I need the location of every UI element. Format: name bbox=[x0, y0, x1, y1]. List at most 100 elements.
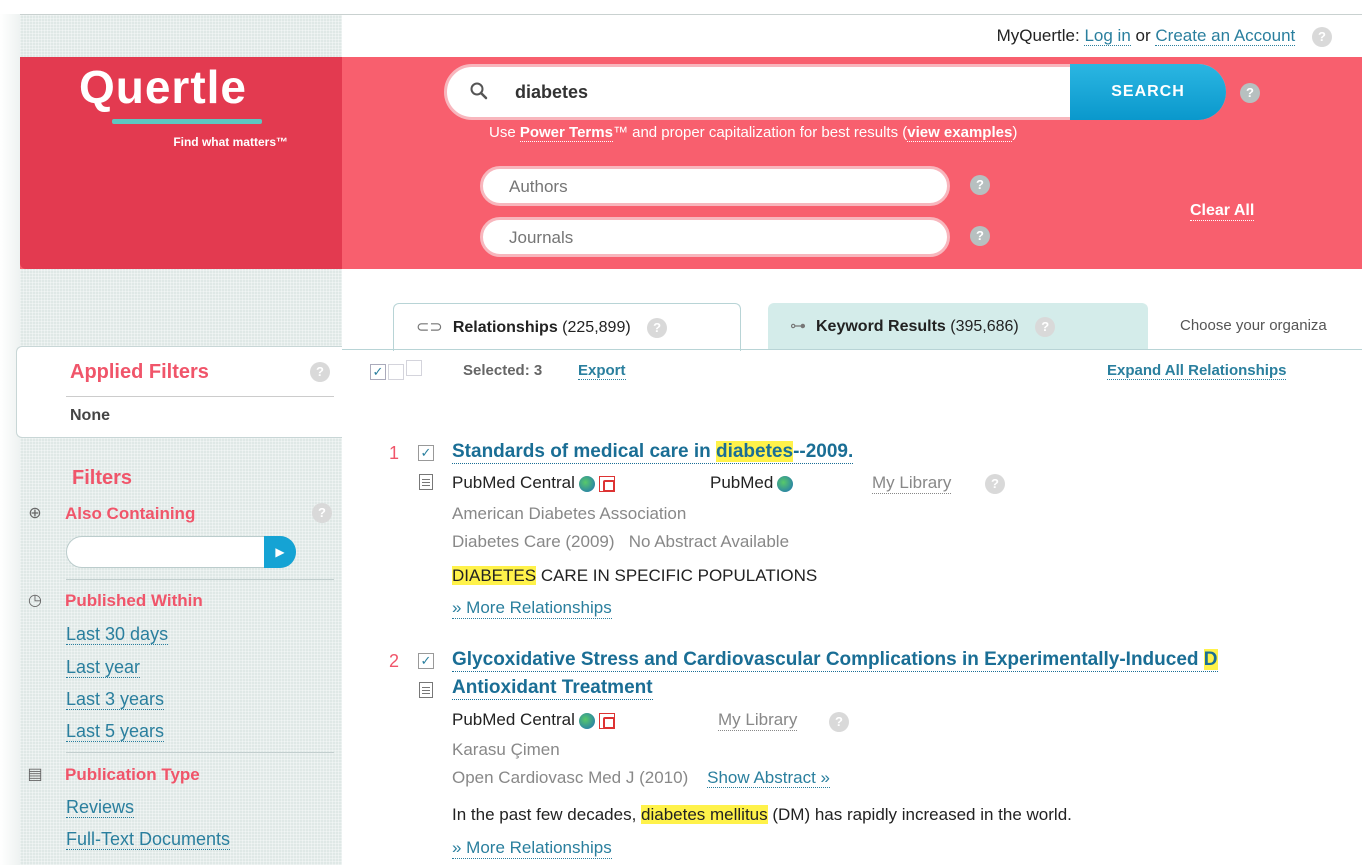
pdf-icon[interactable] bbox=[598, 475, 615, 492]
account-help-icon[interactable]: ? bbox=[1312, 26, 1332, 47]
account-prefix: MyQuertle: bbox=[996, 26, 1080, 45]
tip-end: ) bbox=[1012, 124, 1018, 141]
result-checkbox[interactable]: ✓ bbox=[418, 445, 434, 461]
result-number: 2 bbox=[389, 651, 400, 671]
result-title-line1: Glycoxidative Stress and Cardiovascular … bbox=[452, 649, 1204, 670]
authors-help-icon[interactable]: ? bbox=[970, 175, 990, 195]
relationships-help-icon[interactable]: ? bbox=[647, 317, 668, 338]
logo[interactable]: Quertle bbox=[48, 60, 278, 114]
filter-last-year[interactable]: Last year bbox=[66, 657, 141, 678]
tab-keyword-results[interactable]: ⊶ Keyword Results (395,686) ? bbox=[768, 303, 1148, 349]
result-snippet: DIABETES CARE IN SPECIFIC POPULATIONS bbox=[452, 566, 817, 586]
document-icon: ▤ bbox=[27, 766, 43, 783]
expand-all-link[interactable]: Expand All Relationships bbox=[1107, 362, 1287, 380]
select-all-checkbox[interactable]: ✓ bbox=[370, 364, 386, 380]
tip-middle: ™ and proper capitalization for best res… bbox=[612, 124, 908, 141]
top-border bbox=[20, 14, 1362, 15]
globe-icon[interactable] bbox=[777, 475, 794, 492]
my-library-link[interactable]: My Library bbox=[872, 473, 952, 494]
applied-filters-help-icon[interactable]: ? bbox=[310, 362, 330, 382]
also-containing-field[interactable]: ▶ bbox=[66, 536, 296, 568]
quertle-page: MyQuertle: Log in or Create an Account ?… bbox=[0, 0, 1362, 865]
journals-help-icon[interactable]: ? bbox=[970, 226, 990, 246]
snippet-highlight: diabetes mellitus bbox=[641, 805, 768, 824]
view-examples-link[interactable]: view examples bbox=[907, 124, 1013, 142]
power-terms-link[interactable]: Power Terms bbox=[519, 124, 613, 142]
clear-all-link[interactable]: Clear All bbox=[1190, 202, 1255, 221]
search-tip: Use Power Terms™ and proper capitalizati… bbox=[489, 124, 1018, 142]
filter-last-5-years[interactable]: Last 5 years bbox=[66, 721, 165, 742]
play-icon[interactable]: ▶ bbox=[264, 536, 296, 568]
result-title-pre: Standards of medical care in bbox=[452, 441, 716, 462]
result-title[interactable]: Standards of medical care in diabetes--2… bbox=[452, 441, 854, 464]
result-snippet: In the past few decades, diabetes mellit… bbox=[452, 805, 1072, 825]
result-journal-line: Open Cardiovasc Med J (2010) Show Abstra… bbox=[452, 768, 830, 788]
account-or: or bbox=[1135, 26, 1151, 45]
more-relationships-link[interactable]: » More Relationships bbox=[452, 838, 612, 859]
result-checkbox[interactable]: ✓ bbox=[418, 653, 434, 669]
show-abstract-link[interactable]: Show Abstract » bbox=[707, 768, 830, 788]
login-link[interactable]: Log in bbox=[1084, 26, 1131, 46]
filter-last-30-days[interactable]: Last 30 days bbox=[66, 624, 169, 645]
search-help-icon[interactable]: ? bbox=[1240, 83, 1260, 103]
tab-relationships-label: Relationships bbox=[452, 319, 558, 336]
result-title[interactable]: Glycoxidative Stress and Cardiovascular … bbox=[452, 649, 1218, 672]
my-library-link[interactable]: My Library bbox=[718, 710, 798, 731]
link-icon: ⊂⊃ bbox=[416, 319, 443, 336]
result-title-post: --2009. bbox=[793, 441, 854, 462]
select-none-checkbox[interactable] bbox=[406, 360, 422, 376]
search-icon bbox=[470, 82, 488, 100]
authors-field bbox=[480, 166, 950, 206]
journals-field bbox=[480, 217, 950, 257]
logo-underline bbox=[112, 119, 262, 124]
filter-divider bbox=[66, 752, 334, 753]
more-relationships-link[interactable]: » More Relationships bbox=[452, 598, 612, 619]
also-containing-help-icon[interactable]: ? bbox=[312, 503, 332, 523]
logo-tagline: Find what matters™ bbox=[173, 135, 288, 149]
source-pubmed-central[interactable]: PubMed Central bbox=[452, 473, 615, 493]
also-containing-title: Also Containing bbox=[65, 504, 196, 523]
document-icon bbox=[419, 682, 433, 698]
my-library-help-icon[interactable]: ? bbox=[829, 712, 849, 732]
source-pubmed-central[interactable]: PubMed Central bbox=[452, 710, 615, 730]
source-pubmed[interactable]: PubMed bbox=[710, 473, 794, 493]
search-input[interactable] bbox=[515, 75, 1055, 109]
clock-icon: ◷ bbox=[28, 592, 42, 609]
globe-icon[interactable] bbox=[578, 712, 595, 729]
published-within-title: Published Within bbox=[65, 591, 203, 610]
tab-relationships[interactable]: ⊂⊃ Relationships (225,899) ? bbox=[393, 303, 741, 351]
tab-relationships-content: ⊂⊃ Relationships (225,899) ? bbox=[416, 317, 668, 338]
keyword-help-icon[interactable]: ? bbox=[1035, 316, 1056, 337]
my-library-help-icon[interactable]: ? bbox=[985, 474, 1005, 494]
result-number: 1 bbox=[389, 443, 400, 463]
globe-icon[interactable] bbox=[578, 475, 595, 492]
select-page-checkbox[interactable] bbox=[388, 364, 404, 380]
result-title-continued[interactable]: Antioxidant Treatment bbox=[452, 677, 653, 700]
source-label: PubMed Central bbox=[452, 710, 575, 729]
journals-input[interactable] bbox=[509, 226, 909, 250]
filter-full-text[interactable]: Full-Text Documents bbox=[66, 829, 231, 850]
applied-filters-panel bbox=[16, 346, 342, 438]
journal-name: Open Cardiovasc Med J (2010) bbox=[452, 768, 689, 787]
create-account-link[interactable]: Create an Account bbox=[1155, 26, 1296, 46]
search-bar: SEARCH bbox=[444, 64, 1226, 120]
result-author: American Diabetes Association bbox=[452, 504, 687, 523]
export-link[interactable]: Export bbox=[578, 362, 626, 380]
filter-reviews[interactable]: Reviews bbox=[66, 797, 135, 818]
organization-chooser[interactable]: Choose your organiza bbox=[1180, 317, 1327, 334]
source-label: PubMed Central bbox=[452, 473, 575, 492]
left-shadow bbox=[0, 14, 20, 865]
pdf-icon[interactable] bbox=[598, 712, 615, 729]
tab-keyword-content: ⊶ Keyword Results (395,686) ? bbox=[790, 316, 1056, 337]
authors-input[interactable] bbox=[509, 175, 909, 199]
search-button[interactable]: SEARCH bbox=[1070, 64, 1226, 120]
filter-last-3-years[interactable]: Last 3 years bbox=[66, 689, 165, 710]
snippet-pre: In the past few decades, bbox=[452, 805, 642, 824]
snippet-highlight: DIABETES bbox=[452, 566, 537, 585]
filter-divider bbox=[66, 579, 334, 580]
tip-prefix: Use bbox=[489, 124, 520, 141]
applied-filters-value: None bbox=[70, 407, 110, 424]
snippet-post: (DM) has rapidly increased in the world. bbox=[767, 805, 1072, 824]
journal-name: Diabetes Care (2009) bbox=[452, 532, 615, 551]
account-bar: MyQuertle: Log in or Create an Account ? bbox=[997, 26, 1332, 47]
